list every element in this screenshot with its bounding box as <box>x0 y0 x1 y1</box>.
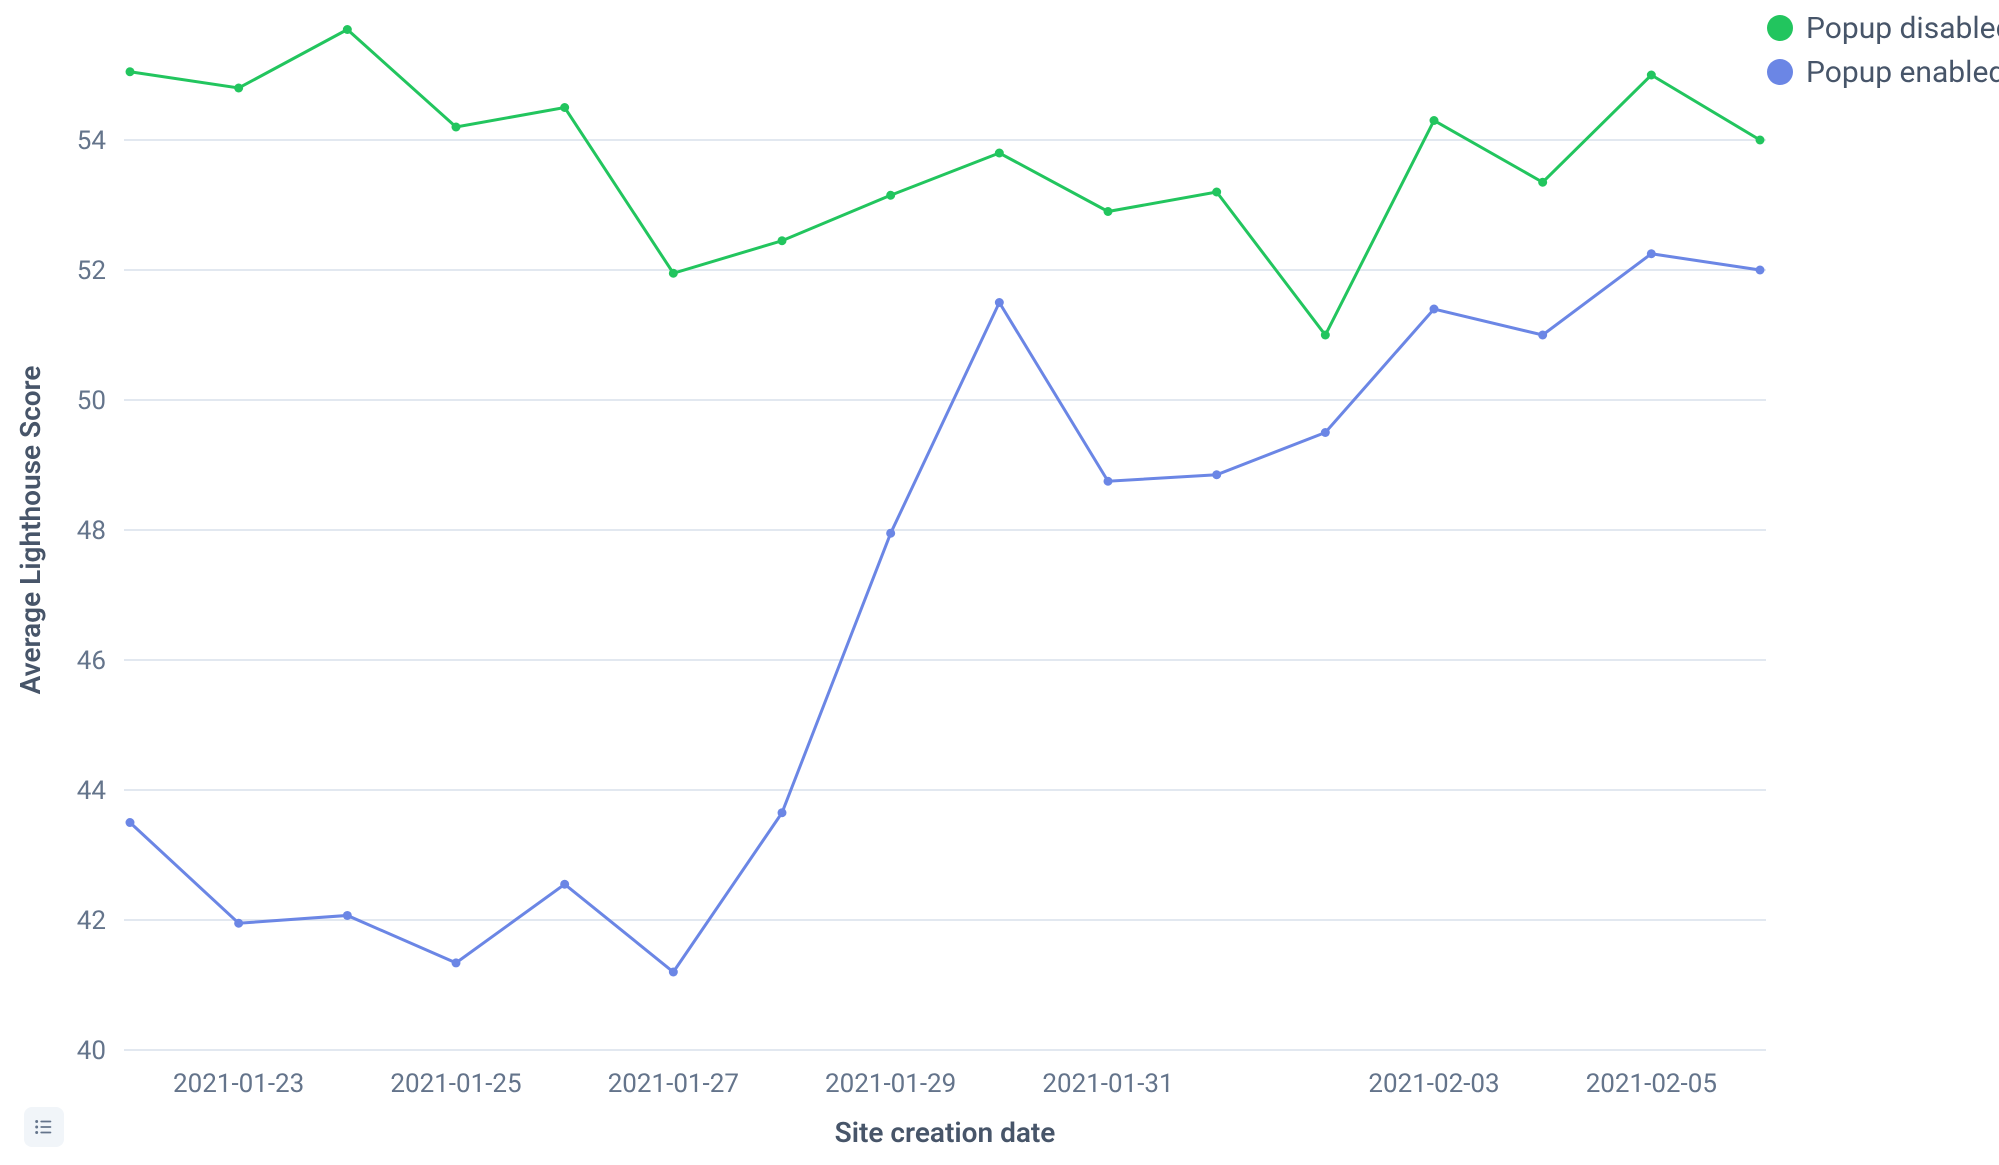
data-point <box>234 84 243 93</box>
data-point <box>343 25 352 34</box>
data-point <box>1321 331 1330 340</box>
data-point <box>1430 116 1439 125</box>
data-point <box>1212 470 1221 479</box>
data-point <box>1104 207 1113 216</box>
y-tick-label: 48 <box>77 516 106 546</box>
data-point <box>669 968 678 977</box>
y-tick-label: 54 <box>77 126 107 156</box>
y-tick-label: 46 <box>77 646 106 676</box>
data-point <box>1321 428 1330 437</box>
data-point <box>778 236 787 245</box>
data-point <box>1538 178 1547 187</box>
data-point <box>1104 477 1113 486</box>
x-tick-label: 2021-02-03 <box>1368 1069 1499 1099</box>
x-axis-label: Site creation date <box>835 1116 1056 1149</box>
data-point <box>778 808 787 817</box>
legend-label: Popup enabled <box>1806 55 1999 90</box>
data-point <box>1430 305 1439 314</box>
series-popup-enabled <box>130 254 1760 972</box>
y-axis-label: Average Lighthouse Score <box>14 366 47 695</box>
y-tick-label: 50 <box>77 386 106 416</box>
legend-swatch <box>1767 59 1793 85</box>
data-point <box>669 269 678 278</box>
x-tick-label: 2021-01-29 <box>825 1069 956 1099</box>
y-tick-label: 44 <box>77 776 107 806</box>
data-point <box>886 529 895 538</box>
data-point <box>1212 188 1221 197</box>
data-point <box>1647 71 1656 80</box>
x-tick-label: 2021-01-27 <box>608 1069 739 1099</box>
series-popup-disabled <box>130 30 1760 336</box>
data-point <box>126 67 135 76</box>
y-tick-label: 52 <box>77 256 106 286</box>
data-point <box>1756 266 1765 275</box>
data-point <box>995 149 1004 158</box>
data-point <box>234 919 243 928</box>
x-tick-label: 2021-02-05 <box>1586 1069 1717 1099</box>
data-point <box>1647 249 1656 258</box>
y-tick-label: 42 <box>77 906 106 936</box>
data-point <box>452 958 461 967</box>
chart-container: 40 42 44 46 48 50 52 54 2021-01-23 2021-01-25 2021… <box>0 0 1999 1165</box>
x-tick-label: 2021-01-31 <box>1042 1069 1173 1099</box>
data-point <box>560 880 569 889</box>
data-point <box>343 911 352 920</box>
line-chart: 40 42 44 46 48 50 52 54 2021-01-23 2021-01-25 2021… <box>0 0 1999 1165</box>
x-tick-label: 2021-01-23 <box>173 1069 304 1099</box>
legend-swatch <box>1767 15 1793 41</box>
data-point <box>126 818 135 827</box>
data-point <box>1756 136 1765 145</box>
list-icon <box>33 1116 55 1138</box>
data-point <box>452 123 461 132</box>
data-point <box>886 191 895 200</box>
data-point <box>995 298 1004 307</box>
legend-label: Popup disabled <box>1806 11 1999 46</box>
data-point <box>560 103 569 112</box>
x-tick-label: 2021-01-25 <box>390 1069 521 1099</box>
legend-toggle-button[interactable] <box>24 1107 64 1147</box>
y-tick-label: 40 <box>77 1036 106 1066</box>
data-point <box>1538 331 1547 340</box>
